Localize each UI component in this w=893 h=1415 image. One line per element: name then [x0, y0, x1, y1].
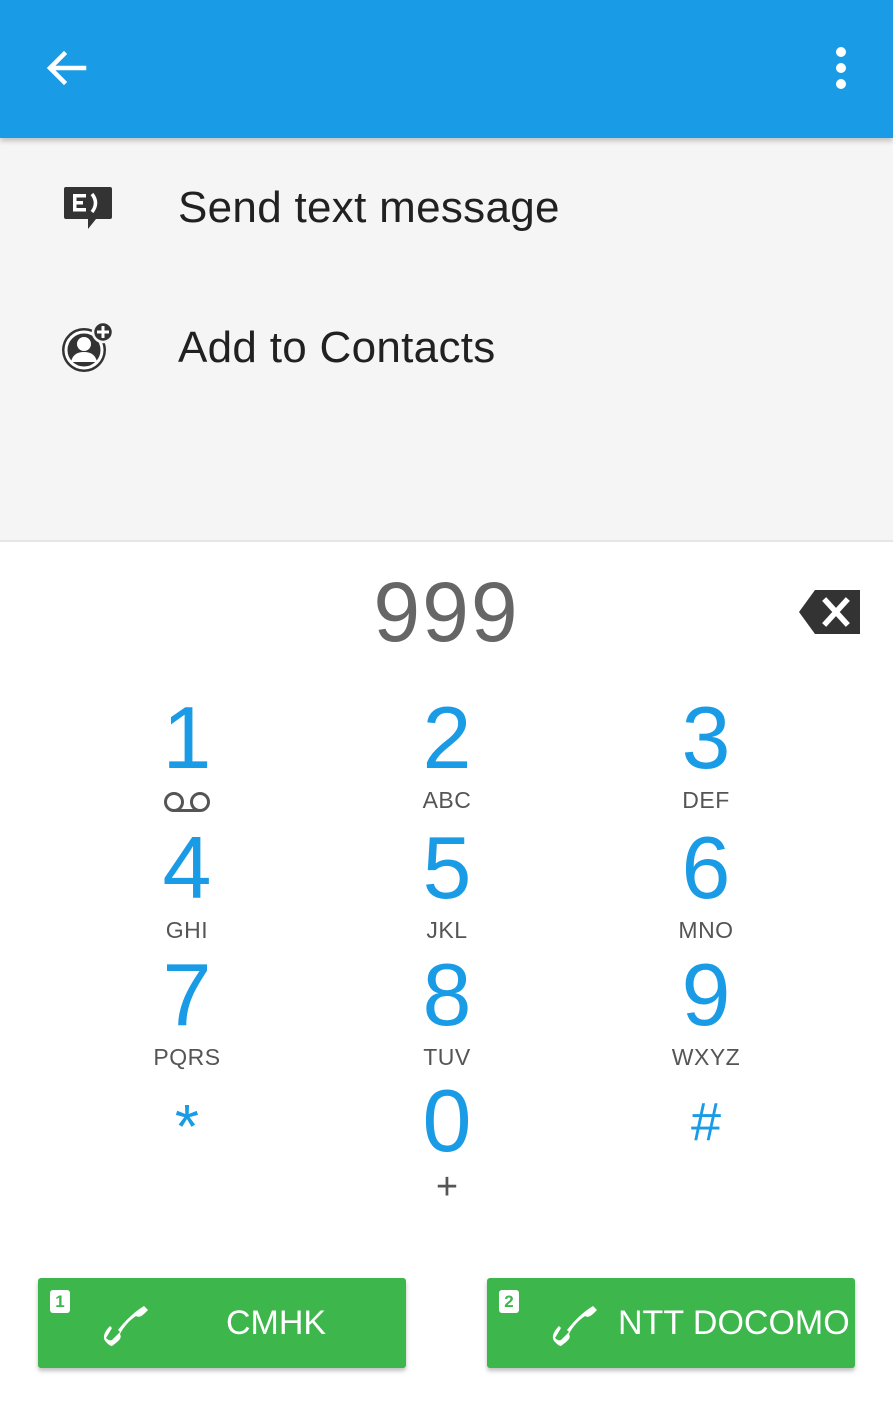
send-text-message-item[interactable]: Send text message: [0, 138, 893, 278]
dial-key-8[interactable]: 8 TUV: [347, 949, 547, 1075]
dial-key-7[interactable]: 7 PQRS: [87, 949, 287, 1075]
dial-key-4[interactable]: 4 GHI: [87, 822, 287, 948]
back-button[interactable]: [34, 36, 98, 100]
action-list: Send text message Add to Contacts: [0, 138, 893, 540]
app-bar: [0, 0, 893, 138]
dial-key-3[interactable]: 3 DEF: [606, 692, 806, 818]
key-letters: MNO: [678, 917, 734, 943]
sim-badge: 2: [499, 1290, 519, 1313]
key-digit: 9: [681, 945, 731, 1044]
more-vert-icon: [836, 47, 846, 89]
call-sim2-button[interactable]: 2 NTT DOCOMO: [487, 1278, 855, 1368]
key-letters: GHI: [165, 917, 209, 943]
dial-key-6[interactable]: 6 MNO: [606, 822, 806, 948]
key-digit: 3: [681, 688, 731, 787]
dial-key-5[interactable]: 5 JKL: [347, 822, 547, 948]
dial-key-1[interactable]: 1: [87, 692, 287, 818]
key-digit: 7: [162, 945, 212, 1044]
overflow-menu-button[interactable]: [812, 36, 870, 100]
phone-icon: [552, 1306, 597, 1346]
arrow-back-icon: [46, 50, 87, 86]
action-label: Send text message: [178, 183, 560, 232]
key-digit: #: [690, 1092, 722, 1152]
key-digit: 8: [422, 945, 472, 1044]
key-digit: 1: [162, 688, 212, 787]
key-digit: 6: [681, 818, 731, 917]
call-sim1-button[interactable]: 1 CMHK: [38, 1278, 406, 1368]
dial-key-2[interactable]: 2 ABC: [347, 692, 547, 818]
dial-key-0[interactable]: 0 +: [347, 1071, 547, 1207]
dialed-number-display[interactable]: 999: [200, 562, 693, 662]
key-digit: 4: [162, 818, 212, 917]
key-letters: WXYZ: [671, 1044, 741, 1070]
key-letters: ABC: [422, 787, 472, 813]
key-letters: PQRS: [153, 1044, 221, 1070]
sim-badge: 1: [50, 1290, 70, 1313]
dial-key-star[interactable]: *: [87, 1082, 287, 1208]
key-letters: DEF: [682, 787, 730, 813]
message-icon: [58, 179, 116, 237]
key-digit: 0: [422, 1071, 472, 1170]
add-contact-icon: [58, 319, 116, 377]
key-letters: JKL: [426, 917, 468, 943]
key-letters: TUV: [423, 1044, 471, 1070]
key-digit: 2: [422, 688, 472, 787]
dial-key-hash[interactable]: #: [606, 1076, 806, 1202]
carrier-label: NTT DOCOMO: [618, 1304, 850, 1342]
key-digit: 5: [422, 818, 472, 917]
backspace-button[interactable]: [790, 582, 870, 642]
carrier-label: CMHK: [226, 1304, 327, 1342]
dialpad-area: 999 1 2 ABC 3 DEF 4 GHI 5 JKL 6 MNO 7 PQ…: [0, 540, 893, 1415]
backspace-icon: [799, 590, 860, 634]
dial-key-9[interactable]: 9 WXYZ: [606, 949, 806, 1075]
key-digit: *: [174, 1093, 200, 1162]
action-label: Add to Contacts: [178, 323, 496, 372]
voicemail-icon: [164, 792, 210, 812]
add-to-contacts-item[interactable]: Add to Contacts: [0, 278, 893, 418]
phone-icon: [103, 1306, 148, 1346]
key-letters: +: [435, 1166, 459, 1208]
